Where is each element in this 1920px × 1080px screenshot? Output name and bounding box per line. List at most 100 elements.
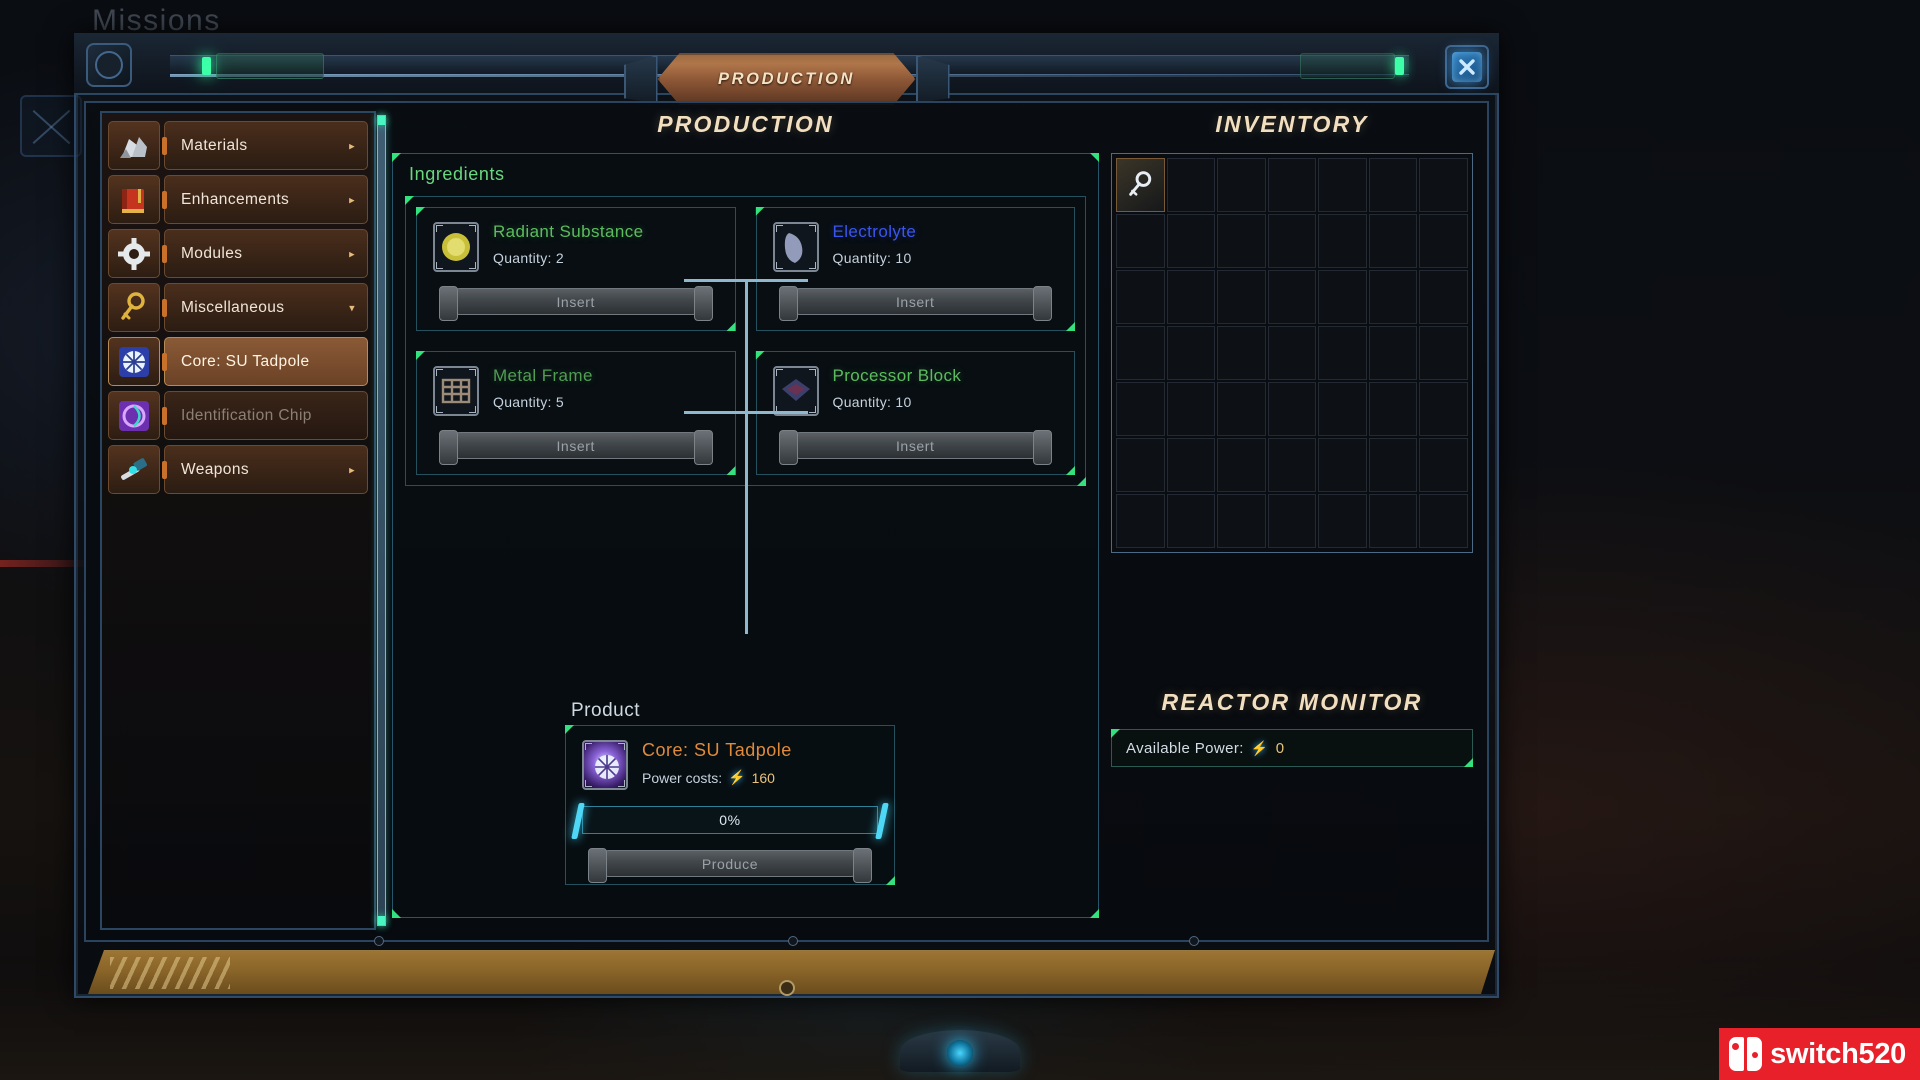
inventory-slot-empty[interactable] — [1116, 382, 1165, 436]
production-window: PRODUCTION Materials ▸ Enhancements ▸ Mo… — [74, 33, 1499, 998]
inventory-slot-empty[interactable] — [1116, 214, 1165, 268]
inventory-slot-empty[interactable] — [1318, 270, 1367, 324]
sidebar-item-label: Core: SU Tadpole — [181, 352, 310, 370]
chevron-icon: ▸ — [349, 140, 355, 152]
corner-marker — [726, 466, 736, 475]
inventory-slot-empty[interactable] — [1267, 326, 1317, 380]
inventory-slot-empty[interactable] — [1419, 158, 1468, 212]
inventory-slot-empty[interactable] — [1267, 438, 1317, 492]
sidebar-item-identification-chip[interactable]: Identification Chip — [108, 391, 368, 440]
inventory-slot-empty[interactable] — [1318, 494, 1367, 548]
right-column: INVENTORY REACTOR MONITOR Available Powe… — [1111, 111, 1473, 930]
inventory-slot-empty[interactable] — [1166, 382, 1216, 436]
inventory-slot-empty[interactable] — [1267, 214, 1317, 268]
inventory-slot-empty[interactable] — [1166, 494, 1216, 548]
sidebar-item-core-su-tadpole[interactable]: Core: SU Tadpole — [108, 337, 368, 386]
inventory-slot-empty[interactable] — [1267, 158, 1317, 212]
inventory-slot-empty[interactable] — [1419, 270, 1468, 324]
ingredient-name: Processor Block — [832, 366, 962, 385]
sidebar-item-miscellaneous[interactable]: Miscellaneous ▾ — [108, 283, 368, 332]
insert-button[interactable]: Insert — [439, 430, 712, 465]
radiant-substance-thumb — [433, 222, 479, 272]
reactor-monitor-heading: REACTOR MONITOR — [1161, 689, 1423, 715]
inventory-slot-empty[interactable] — [1217, 494, 1266, 548]
product-header: Core: SU Tadpole Power costs: ⚡ 160 — [582, 740, 878, 790]
inventory-slot-empty[interactable] — [1116, 270, 1165, 324]
inventory-slot-empty[interactable] — [1267, 382, 1317, 436]
corner-marker — [1464, 758, 1473, 767]
inventory-slot-empty[interactable] — [1318, 382, 1367, 436]
available-power-value: 0 — [1275, 739, 1285, 757]
bottom-bar-node — [778, 980, 795, 996]
inventory-slot-empty[interactable] — [1368, 438, 1418, 492]
ingredient-name: Radiant Substance — [493, 222, 644, 241]
close-button[interactable] — [1445, 45, 1489, 89]
inventory-slot-empty[interactable] — [1419, 214, 1468, 268]
sidebar-item-enhancements[interactable]: Enhancements ▸ — [108, 175, 368, 224]
inventory-slot-empty[interactable] — [1419, 438, 1468, 492]
inventory-slot-empty[interactable] — [1116, 438, 1165, 492]
sidebar-item-label: Enhancements — [181, 190, 290, 208]
inventory-slot-empty[interactable] — [1217, 382, 1266, 436]
titlebar-knob-icon — [86, 43, 132, 87]
inventory-slot-empty[interactable] — [1267, 494, 1317, 548]
inventory-slot-empty[interactable] — [1368, 214, 1418, 268]
inventory-slot-empty[interactable] — [1116, 494, 1165, 548]
inventory-slot-empty[interactable] — [1166, 326, 1216, 380]
sidebar-item-materials[interactable]: Materials ▸ — [108, 121, 368, 170]
sidebar-item-label: Modules — [181, 244, 243, 262]
sidebar-scrollbar[interactable] — [377, 115, 386, 926]
inventory-slot-empty[interactable] — [1217, 438, 1266, 492]
insert-button[interactable]: Insert — [778, 286, 1052, 321]
inventory-slot-empty[interactable] — [1368, 270, 1418, 324]
window-titlebar: PRODUCTION — [74, 33, 1499, 105]
corner-marker — [1090, 909, 1099, 918]
insert-button-wrap: Insert — [778, 286, 1052, 321]
inventory-slot-empty[interactable] — [1217, 158, 1266, 212]
watermark-text: switch520 — [1770, 1037, 1906, 1070]
inventory-slot-empty[interactable] — [1217, 214, 1266, 268]
sidebar-item-label-wrap: Weapons ▸ — [162, 445, 368, 494]
inventory-slot-empty[interactable] — [1318, 438, 1367, 492]
sidebar-item-modules[interactable]: Modules ▸ — [108, 229, 368, 278]
inventory-slot-empty[interactable] — [1267, 270, 1317, 324]
inventory-slot-empty[interactable] — [1368, 158, 1418, 212]
ingredient-cell: Radiant Substance Quantity: 2 Insert — [406, 197, 746, 341]
inventory-slot-empty[interactable] — [1368, 382, 1418, 436]
inventory-panel — [1111, 153, 1473, 553]
inventory-slot-empty[interactable] — [1217, 270, 1266, 324]
corner-marker — [1090, 153, 1099, 162]
inventory-slot-empty[interactable] — [1166, 158, 1216, 212]
inventory-slot-empty[interactable] — [1419, 382, 1468, 436]
chevron-icon: ▸ — [349, 464, 355, 476]
insert-button[interactable]: Insert — [778, 430, 1052, 465]
sidebar-item-label-wrap: Core: SU Tadpole — [162, 337, 368, 386]
inventory-slot-empty[interactable] — [1318, 158, 1367, 212]
inventory-slot-empty[interactable] — [1419, 494, 1468, 548]
ingredient-quantity: Quantity: 10 — [832, 394, 912, 410]
nintendo-switch-logo — [1729, 1037, 1763, 1071]
sidebar-item-label-wrap: Enhancements ▸ — [162, 175, 368, 224]
inventory-slot-empty[interactable] — [1318, 326, 1367, 380]
chevron-icon: ▸ — [349, 194, 355, 206]
sidebar-item-marker — [162, 352, 167, 371]
inventory-slot-empty[interactable] — [1368, 494, 1418, 548]
produce-button[interactable]: Produce — [588, 848, 872, 883]
produce-button-wrap: Produce — [588, 848, 872, 883]
inventory-slot-filled[interactable] — [1116, 158, 1165, 212]
inventory-slot-empty[interactable] — [1166, 270, 1216, 324]
inventory-slot-empty[interactable] — [1116, 326, 1165, 380]
corner-marker — [886, 876, 895, 885]
insert-button[interactable]: Insert — [439, 286, 712, 321]
inventory-slot-empty[interactable] — [1217, 326, 1266, 380]
inventory-slot-empty[interactable] — [1318, 214, 1367, 268]
inventory-slot-empty[interactable] — [1166, 214, 1216, 268]
inventory-slot-empty[interactable] — [1166, 438, 1216, 492]
sidebar-item-label-wrap: Materials ▸ — [162, 121, 368, 170]
inventory-slot-empty[interactable] — [1419, 326, 1468, 380]
sidebar-item-weapons[interactable]: Weapons ▸ — [108, 445, 368, 494]
inventory-slot-empty[interactable] — [1368, 326, 1418, 380]
processor-block-thumb — [772, 366, 819, 416]
corner-marker — [416, 207, 425, 216]
sidebar-item-label: Identification Chip — [181, 406, 312, 424]
